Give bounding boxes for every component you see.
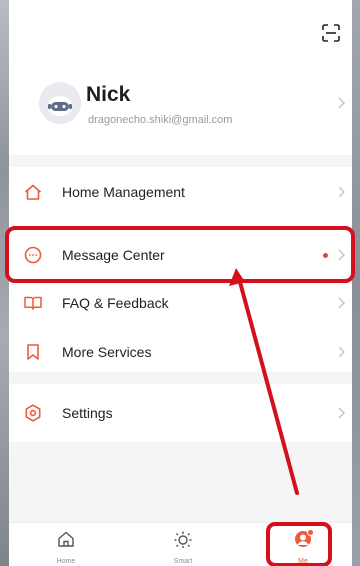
book-icon [23, 293, 43, 313]
sun-icon [173, 529, 193, 549]
house-icon [23, 182, 43, 202]
menu-item-label: Settings [62, 405, 113, 421]
menu-item-more-services[interactable]: More Services [9, 330, 352, 374]
menu-item-settings[interactable]: Settings [9, 391, 352, 435]
menu-item-label: FAQ & Feedback [62, 295, 169, 311]
avatar[interactable] [39, 82, 81, 124]
tab-label: Home [56, 558, 76, 565]
menu-item-label: More Services [62, 344, 152, 360]
gear-icon [23, 403, 43, 423]
bookmark-icon [23, 342, 43, 362]
tab-home[interactable]: Home [36, 523, 96, 566]
robot-avatar-icon [48, 96, 72, 116]
user-email: dragonecho.shiki@gmail.com [88, 114, 233, 126]
tab-label: Smart [173, 558, 193, 565]
phone-screen: Nick dragonecho.shiki@gmail.com Home Man… [9, 0, 352, 566]
annotation-highlight-me-tab [266, 522, 332, 566]
annotation-highlight-message-center [5, 226, 355, 283]
background-left [0, 0, 9, 566]
chevron-right-icon [337, 346, 345, 358]
profile-header: Nick dragonecho.shiki@gmail.com [9, 0, 352, 155]
home-icon [56, 529, 76, 549]
menu-item-faq-feedback[interactable]: FAQ & Feedback [9, 281, 352, 325]
background-right [352, 0, 360, 566]
menu-group-settings: Settings [9, 384, 352, 442]
user-name: Nick [86, 83, 131, 106]
chevron-right-icon [337, 297, 345, 309]
chevron-right-icon[interactable] [337, 97, 345, 109]
chevron-right-icon [337, 186, 345, 198]
scan-icon[interactable] [322, 24, 340, 42]
menu-item-label: Home Management [62, 184, 185, 200]
tab-smart[interactable]: Smart [153, 523, 213, 566]
menu-item-home-management[interactable]: Home Management [9, 170, 352, 214]
chevron-right-icon [337, 407, 345, 419]
